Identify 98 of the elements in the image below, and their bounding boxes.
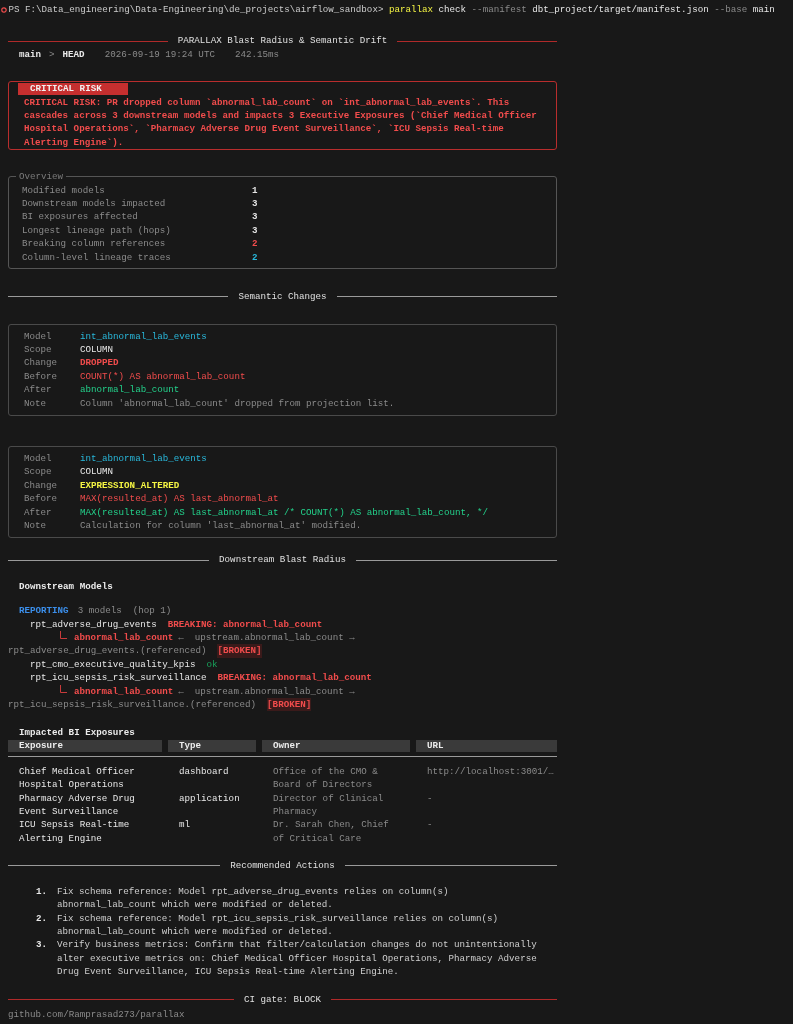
trace-target: rpt_adverse_drug_events.(referenced)	[8, 644, 207, 658]
table-cell-text: Director of Clinical Pharmacy	[272, 791, 385, 819]
model-status: BREAKING: abnormal_lab_count	[217, 671, 372, 685]
action-text: Fix schema reference: Model rpt_adverse_drug_events relies on column(s) abnormal_lab_count which were modified or deleted.	[57, 884, 450, 912]
subsection-heading: Impacted BI Exposures	[18, 726, 136, 740]
field-label: Note	[24, 396, 48, 410]
table-cell-text: Pharmacy Adverse Drug Event Surveillance	[18, 791, 136, 819]
prompt-path: PS F:\Data_engineering\Data-Engineering\de_projects\airflow_sandbox>	[8, 3, 384, 17]
field-label: Model	[24, 451, 53, 466]
field-value: DROPPED	[80, 356, 120, 370]
table-cell-text: ICU Sepsis Real-time Alerting Engine	[18, 818, 131, 846]
field-value: COLUMN	[80, 465, 115, 479]
table-cell-text: ml	[178, 818, 192, 833]
action-number: 2.	[36, 911, 47, 926]
base-branch: main	[19, 47, 42, 62]
command-token: dbt_project/target/manifest.json	[532, 3, 709, 17]
metric-value: 3	[252, 210, 259, 224]
branch-separator: >	[49, 47, 55, 62]
metric-value: 2	[252, 250, 259, 265]
trace-column: abnormal_lab_count	[74, 631, 174, 645]
field-value: COLUMN	[80, 342, 115, 357]
field-label: Before	[24, 492, 59, 506]
section-title: Semantic Changes	[237, 290, 328, 304]
timestamp: 2026-09-19 19:24 UTC	[104, 47, 215, 62]
field-value: EXPRESSION_ALTERED	[80, 478, 181, 493]
layer-info: 3 models (hop 1)	[77, 604, 172, 618]
model-name: rpt_icu_sepsis_risk_surveillance	[30, 671, 207, 685]
field-label: Model	[24, 329, 53, 343]
field-value: MAX(resulted_at) AS last_abnormal_at	[80, 492, 280, 506]
tree-branch-icon	[60, 684, 67, 693]
metric-label: Longest lineage path (hops)	[22, 223, 172, 238]
metric-label: Modified models	[22, 183, 106, 198]
duration: 242.15ms	[234, 47, 280, 62]
metric-label: Breaking column references	[22, 237, 167, 251]
command-token: check	[438, 3, 467, 17]
report-title: PARALLAX Blast Radius & Semantic Drift	[176, 34, 389, 48]
metric-label: Downstream models impacted	[22, 197, 167, 211]
risk-label: CRITICAL RISK	[18, 83, 128, 96]
column-header: Owner	[262, 739, 410, 752]
command-token: parallax	[388, 3, 434, 17]
repository-link[interactable]: github.com/Ramprasad273/parallax	[8, 1008, 185, 1020]
field-label: After	[24, 383, 53, 397]
field-value: Column 'abnormal_lab_count' dropped from projection list.	[80, 396, 396, 410]
layer-label: REPORTING	[19, 604, 69, 618]
field-label: Change	[24, 478, 59, 493]
table-cell-text: Chief Medical Officer Hospital Operations	[18, 764, 136, 792]
field-value: COUNT(*) AS abnormal_lab_count	[80, 369, 247, 384]
metric-value: 1	[252, 183, 259, 198]
trace-column: abnormal_lab_count	[74, 684, 174, 699]
prompt-marker-icon	[1, 6, 7, 13]
table-cell-text: -	[426, 791, 434, 806]
table-cell-text: Dr. Sarah Chen, Chief of Critical Care	[272, 818, 390, 846]
field-value: abnormal_lab_count	[80, 383, 181, 397]
field-label: Note	[24, 518, 48, 533]
command-token: --base	[714, 3, 748, 17]
broken-badge: [BROKEN]	[267, 698, 312, 712]
metric-label: BI exposures affected	[22, 210, 139, 224]
action-number: 1.	[36, 884, 47, 899]
field-value: MAX(resulted_at) AS last_abnormal_at /* COUNT(*) AS abnormal_lab_count, */	[80, 505, 489, 519]
field-label: Scope	[24, 465, 53, 479]
field-label: Scope	[24, 342, 53, 357]
column-header: Type	[168, 739, 256, 752]
risk-message: CRITICAL RISK: PR dropped column `abnormal_lab_count` on `int_abnormal_lab_events`. This cascades across 3 downstream models and impacts 3 Executive Exposures (`Chief Medical Officer Hospital Operations`, `Pharmacy Adverse Drug Event Surveillance`, `ICU Sepsis Real-time Alerting Engine`).	[24, 95, 538, 150]
model-status: ok	[206, 657, 218, 672]
subsection-heading: Downstream Models	[18, 579, 114, 594]
tree-branch-icon	[60, 631, 67, 640]
trace-target: rpt_icu_sepsis_risk_surveillance.(referenced)	[8, 698, 257, 712]
action-text: Fix schema reference: Model rpt_icu_sepsis_risk_surveillance relies on column(s) abnormal_lab_count which were modified or deleted.	[57, 911, 500, 939]
field-label: After	[24, 505, 53, 519]
table-cell-text: application	[178, 791, 241, 806]
field-value: int_abnormal_lab_events	[80, 329, 208, 343]
command-token: main	[752, 3, 775, 17]
ci-gate-status: CI gate: BLOCK	[242, 992, 323, 1006]
table-cell-text: http://localhost:3001/…	[426, 764, 555, 779]
section-title: Recommended Actions	[229, 859, 336, 873]
field-label: Before	[24, 369, 59, 384]
action-number: 3.	[36, 938, 47, 953]
broken-badge: [BROKEN]	[217, 644, 262, 658]
field-label: Change	[24, 356, 59, 370]
model-status: BREAKING: abnormal_lab_count	[167, 617, 323, 631]
section-title: Downstream Blast Radius	[218, 553, 347, 567]
metric-value: 3	[252, 197, 259, 211]
command-token: --manifest	[471, 3, 527, 17]
metric-value: 2	[252, 237, 259, 251]
model-name: rpt_cmo_executive_quality_kpis	[30, 657, 196, 672]
head-ref: HEAD	[62, 47, 85, 62]
column-header: Exposure	[8, 739, 162, 752]
table-cell-text: dashboard	[178, 764, 230, 779]
field-value: int_abnormal_lab_events	[80, 451, 208, 466]
overview-title: Overview	[18, 170, 65, 184]
model-name: rpt_adverse_drug_events	[30, 617, 157, 631]
table-cell-text: -	[426, 818, 434, 833]
table-cell-text: Office of the CMO & Board of Directors	[272, 764, 379, 792]
metric-value: 3	[252, 223, 259, 238]
column-header: URL	[416, 739, 557, 752]
metric-label: Column-level lineage traces	[22, 250, 172, 265]
field-value: Calculation for column 'last_abnormal_at' modified.	[80, 518, 363, 533]
action-text: Verify business metrics: Confirm that filter/calculation changes do not unintentionally alter executive metrics on: Chief Medical Officer Hospital Operations, Pharmacy Adverse Drug Event Surveillance, ICU Sepsis Real-time Alerting Engine.	[57, 938, 538, 979]
